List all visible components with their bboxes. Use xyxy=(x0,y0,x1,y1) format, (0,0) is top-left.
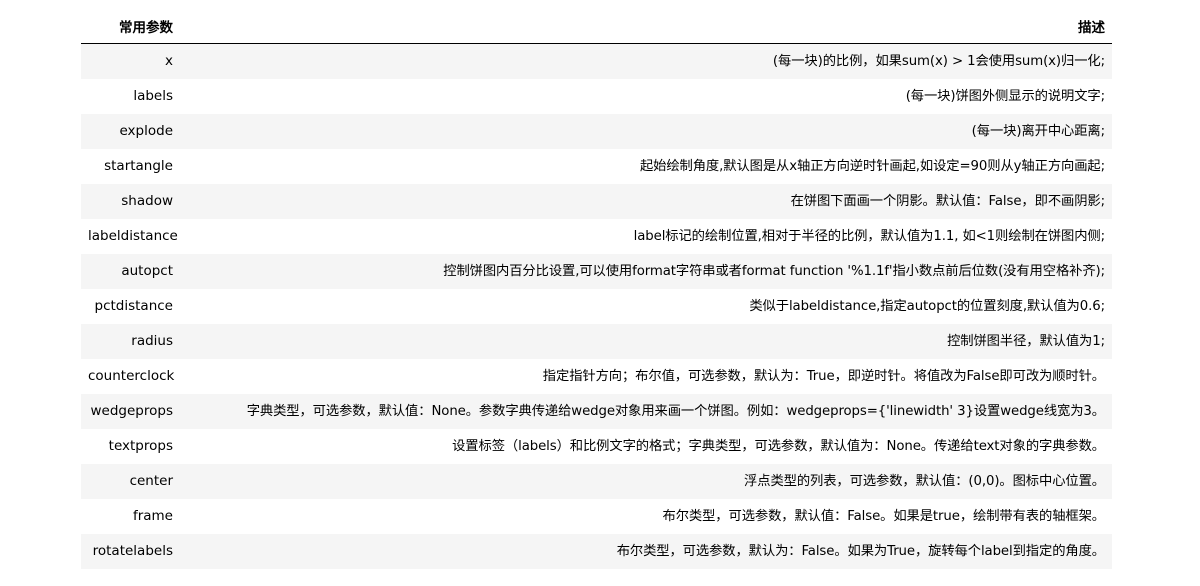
parameter-table: 常用参数 描述 x (每一块)的比例，如果sum(x) > 1会使用sum(x)归… xyxy=(81,8,1112,569)
table-row: rotatelabels 布尔类型，可选参数，默认为：False。如果为True，… xyxy=(81,534,1112,569)
param-cell: textprops xyxy=(108,438,173,454)
parameter-table-container: 常用参数 描述 x (每一块)的比例，如果sum(x) > 1会使用sum(x)归… xyxy=(81,8,1112,569)
table-row: radius 控制饼图半径，默认值为1; xyxy=(81,324,1112,359)
desc-cell: 字典类型，可选参数，默认值：None。参数字典传递给wedge对象用来画一个饼图… xyxy=(246,404,1105,419)
param-cell: rotatelabels xyxy=(92,543,173,559)
desc-cell: (每一块)的比例，如果sum(x) > 1会使用sum(x)归一化; xyxy=(772,54,1105,69)
param-cell: center xyxy=(129,473,173,489)
desc-cell: 控制饼图内百分比设置,可以使用format字符串或者format functio… xyxy=(443,264,1105,279)
desc-cell: (每一块)离开中心距离; xyxy=(971,124,1105,139)
param-cell: startangle xyxy=(104,158,173,174)
desc-cell: 指定指针方向；布尔值，可选参数，默认为：True，即逆时针。将值改为False即… xyxy=(542,369,1105,384)
param-cell: explode xyxy=(119,123,173,139)
table-header: 常用参数 描述 xyxy=(81,8,1112,44)
param-cell: x xyxy=(165,53,173,69)
desc-cell: 在饼图下面画一个阴影。默认值：False，即不画阴影; xyxy=(790,194,1106,209)
table-row: wedgeprops 字典类型，可选参数，默认值：None。参数字典传递给wedg… xyxy=(81,394,1112,429)
param-cell: counterclock xyxy=(88,368,175,384)
table-row: labeldistance label标记的绘制位置,相对于半径的比例，默认值为1… xyxy=(81,219,1112,254)
table-row: explode (每一块)离开中心距离; xyxy=(81,114,1112,149)
desc-cell: 布尔类型，可选参数，默认为：False。如果为True，旋转每个label到指定… xyxy=(616,544,1105,559)
desc-cell: label标记的绘制位置,相对于半径的比例，默认值为1.1, 如<1则绘制在饼图… xyxy=(633,229,1105,244)
param-cell: shadow xyxy=(121,193,173,209)
header-param: 常用参数 xyxy=(81,8,180,44)
desc-cell: (每一块)饼图外侧显示的说明文字; xyxy=(905,89,1105,104)
table-row: counterclock 指定指针方向；布尔值，可选参数，默认为：True，即逆时… xyxy=(81,359,1112,394)
table-row: shadow 在饼图下面画一个阴影。默认值：False，即不画阴影; xyxy=(81,184,1112,219)
desc-cell: 布尔类型，可选参数，默认值：False。如果是true，绘制带有表的轴框架。 xyxy=(662,509,1106,524)
table-body: x (每一块)的比例，如果sum(x) > 1会使用sum(x)归一化; label… xyxy=(81,43,1112,569)
table-row: pctdistance 类似于labeldistance,指定autopct的位置… xyxy=(81,289,1112,324)
desc-cell: 类似于labeldistance,指定autopct的位置刻度,默认值为0.6; xyxy=(749,299,1105,314)
table-row: center 浮点类型的列表，可选参数，默认值：(0,0)。图标中心位置。 xyxy=(81,464,1112,499)
desc-cell: 设置标签（labels）和比例文字的格式；字典类型，可选参数，默认值为：None… xyxy=(452,439,1105,454)
param-cell: radius xyxy=(131,333,173,349)
param-cell: autopct xyxy=(121,263,173,279)
table-row: frame 布尔类型，可选参数，默认值：False。如果是true，绘制带有表的轴… xyxy=(81,499,1112,534)
table-row: x (每一块)的比例，如果sum(x) > 1会使用sum(x)归一化; xyxy=(81,43,1112,79)
table-row: labels (每一块)饼图外侧显示的说明文字; xyxy=(81,79,1112,114)
header-row: 常用参数 描述 xyxy=(81,8,1112,44)
table-row: startangle 起始绘制角度,默认图是从x轴正方向逆时针画起,如设定=90则… xyxy=(81,149,1112,184)
header-desc: 描述 xyxy=(180,8,1112,44)
desc-cell: 浮点类型的列表，可选参数，默认值：(0,0)。图标中心位置。 xyxy=(744,474,1105,489)
param-cell: labels xyxy=(133,88,173,104)
param-cell: wedgeprops xyxy=(90,403,173,419)
desc-cell: 起始绘制角度,默认图是从x轴正方向逆时针画起,如设定=90则从y轴正方向画起; xyxy=(639,159,1105,174)
table-row: textprops 设置标签（labels）和比例文字的格式；字典类型，可选参数，… xyxy=(81,429,1112,464)
param-cell: labeldistance xyxy=(88,228,178,244)
desc-cell: 控制饼图半径，默认值为1; xyxy=(947,334,1105,349)
table-row: autopct 控制饼图内百分比设置,可以使用format字符串或者format … xyxy=(81,254,1112,289)
param-cell: pctdistance xyxy=(94,298,174,314)
param-cell: frame xyxy=(132,508,173,524)
